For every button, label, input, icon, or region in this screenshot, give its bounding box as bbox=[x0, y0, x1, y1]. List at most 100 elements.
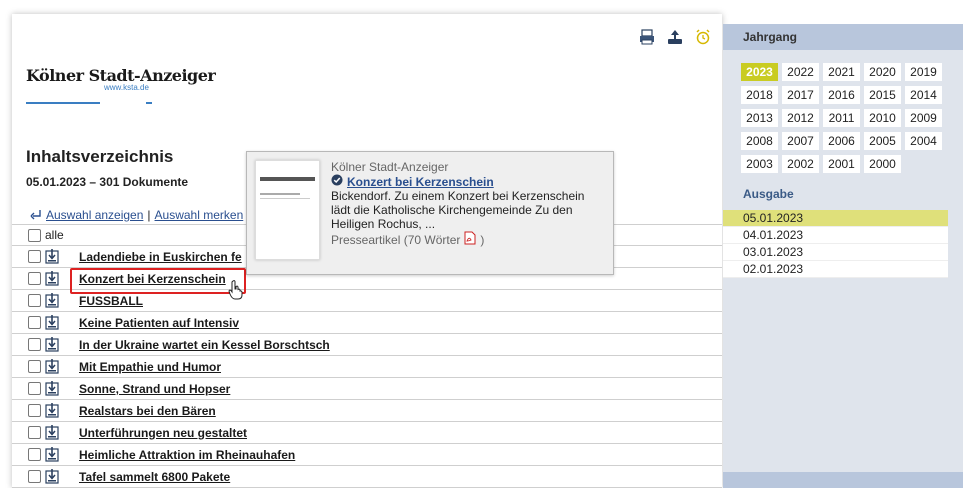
year-button[interactable]: 2001 bbox=[823, 155, 860, 173]
pdf-icon[interactable] bbox=[463, 231, 477, 248]
list-item: Tafel sammelt 6800 Pakete bbox=[12, 466, 722, 488]
item-checkbox[interactable] bbox=[28, 316, 41, 329]
checkmark-badge-icon bbox=[331, 174, 343, 189]
page-subtitle: 05.01.2023 – 301 Dokumente bbox=[26, 175, 189, 189]
article-link[interactable]: Mit Empathie und Humor bbox=[79, 360, 221, 374]
article-link[interactable]: Realstars bei den Bären bbox=[79, 404, 216, 418]
sidebar-footer-bar bbox=[723, 472, 963, 488]
thumbnail-headline bbox=[260, 193, 300, 195]
list-item: Unterführungen neu gestaltet bbox=[12, 422, 722, 444]
remember-selection-link[interactable]: Auswahl merken bbox=[155, 208, 244, 222]
item-checkbox[interactable] bbox=[28, 360, 41, 373]
download-icon[interactable] bbox=[44, 271, 60, 287]
download-icon[interactable] bbox=[44, 469, 60, 485]
year-button[interactable]: 2007 bbox=[782, 132, 819, 150]
thumbnail-masthead bbox=[260, 177, 315, 181]
year-button[interactable]: 2017 bbox=[782, 86, 819, 104]
select-all-label: alle bbox=[45, 228, 64, 242]
year-button[interactable]: 2015 bbox=[864, 86, 901, 104]
show-selection-link[interactable]: Auswahl anzeigen bbox=[46, 208, 143, 222]
issue-date-item[interactable]: 03.01.2023 bbox=[723, 244, 948, 261]
download-icon[interactable] bbox=[44, 293, 60, 309]
article-link[interactable]: FUSSBALL bbox=[79, 294, 143, 308]
toolbar bbox=[638, 28, 712, 46]
download-icon[interactable] bbox=[44, 315, 60, 331]
year-button[interactable]: 2016 bbox=[823, 86, 860, 104]
year-button[interactable]: 2000 bbox=[864, 155, 901, 173]
item-checkbox[interactable] bbox=[28, 470, 41, 483]
year-heading: Jahrgang bbox=[723, 24, 963, 50]
item-checkbox[interactable] bbox=[28, 250, 41, 263]
year-button[interactable]: 2020 bbox=[864, 63, 901, 81]
year-button[interactable]: 2014 bbox=[905, 86, 942, 104]
article-link[interactable]: Tafel sammelt 6800 Pakete bbox=[79, 470, 230, 484]
year-button[interactable]: 2002 bbox=[782, 155, 819, 173]
tooltip-meta: Presseartikel (70 Wörter ) bbox=[331, 231, 601, 248]
download-icon[interactable] bbox=[44, 381, 60, 397]
year-button[interactable]: 2004 bbox=[905, 132, 942, 150]
year-button[interactable]: 2022 bbox=[782, 63, 819, 81]
year-button[interactable]: 2019 bbox=[905, 63, 942, 81]
article-link[interactable]: Sonne, Strand und Hopser bbox=[79, 382, 230, 396]
download-icon[interactable] bbox=[44, 359, 60, 375]
selection-actions: Auswahl anzeigen | Auswahl merken bbox=[30, 208, 243, 222]
issue-date-item[interactable]: 02.01.2023 bbox=[723, 261, 948, 278]
issue-date-item[interactable]: 05.01.2023 bbox=[723, 210, 948, 227]
item-checkbox[interactable] bbox=[28, 404, 41, 417]
list-item: Keine Patienten auf Intensiv bbox=[12, 312, 722, 334]
year-button[interactable]: 2010 bbox=[864, 109, 901, 127]
article-link[interactable]: In der Ukraine wartet ein Kessel Borscht… bbox=[79, 338, 330, 352]
list-item: Heimliche Attraktion im Rheinauhafen bbox=[12, 444, 722, 466]
list-item: In der Ukraine wartet ein Kessel Borscht… bbox=[12, 334, 722, 356]
tooltip-meta-text: Presseartikel (70 Wörter bbox=[331, 232, 461, 247]
tooltip-title-row: Konzert bei Kerzenschein bbox=[331, 174, 601, 189]
article-link[interactable]: Ladendiebe in Euskirchen fe bbox=[79, 250, 242, 264]
year-button[interactable]: 2011 bbox=[823, 109, 860, 127]
year-button[interactable]: 2023 bbox=[741, 63, 778, 81]
article-link[interactable]: Unterführungen neu gestaltet bbox=[79, 426, 247, 440]
document-thumbnail bbox=[255, 160, 320, 260]
export-icon[interactable] bbox=[666, 28, 684, 46]
list-item: Sonne, Strand und Hopser bbox=[12, 378, 722, 400]
issue-date-list: 05.01.2023 04.01.2023 03.01.2023 02.01.2023 bbox=[723, 210, 963, 278]
issue-date-item[interactable]: 04.01.2023 bbox=[723, 227, 948, 244]
year-button[interactable]: 2021 bbox=[823, 63, 860, 81]
tooltip-meta-end: ) bbox=[480, 232, 485, 247]
tooltip-title-link[interactable]: Konzert bei Kerzenschein bbox=[347, 175, 494, 189]
download-icon[interactable] bbox=[44, 249, 60, 265]
item-checkbox[interactable] bbox=[28, 294, 41, 307]
sidebar: Jahrgang 2023 2022 2021 2020 2019 2018 2017 201… bbox=[723, 24, 963, 488]
year-button[interactable]: 2018 bbox=[741, 86, 778, 104]
item-checkbox[interactable] bbox=[28, 382, 41, 395]
select-all-checkbox[interactable] bbox=[28, 228, 41, 242]
download-icon[interactable] bbox=[44, 425, 60, 441]
actions-separator: | bbox=[147, 208, 151, 222]
item-checkbox[interactable] bbox=[28, 338, 41, 351]
print-icon[interactable] bbox=[638, 28, 656, 46]
logo-underline bbox=[26, 102, 100, 104]
article-link[interactable]: Keine Patienten auf Intensiv bbox=[79, 316, 239, 330]
year-button[interactable]: 2009 bbox=[905, 109, 942, 127]
download-icon[interactable] bbox=[44, 447, 60, 463]
item-checkbox[interactable] bbox=[28, 448, 41, 461]
page-title: Inhaltsverzeichnis bbox=[26, 147, 174, 166]
article-link[interactable]: Heimliche Attraktion im Rheinauhafen bbox=[79, 448, 295, 462]
year-button[interactable]: 2006 bbox=[823, 132, 860, 150]
year-button[interactable]: 2013 bbox=[741, 109, 778, 127]
year-button[interactable]: 2008 bbox=[741, 132, 778, 150]
alarm-clock-icon[interactable] bbox=[694, 28, 712, 46]
thumbnail-text bbox=[260, 198, 310, 199]
year-grid: 2023 2022 2021 2020 2019 2018 2017 2016 2015 2014… bbox=[723, 50, 943, 173]
year-button[interactable]: 2003 bbox=[741, 155, 778, 173]
logo-url: www.ksta.de bbox=[104, 83, 149, 92]
item-checkbox[interactable] bbox=[28, 272, 41, 285]
year-button[interactable]: 2012 bbox=[782, 109, 819, 127]
issue-heading: Ausgabe bbox=[743, 187, 794, 201]
download-icon[interactable] bbox=[44, 403, 60, 419]
download-icon[interactable] bbox=[44, 337, 60, 353]
year-button[interactable]: 2005 bbox=[864, 132, 901, 150]
tooltip-snippet: Bickendorf. Zu einem Konzert bei Kerzens… bbox=[331, 189, 585, 231]
item-checkbox[interactable] bbox=[28, 426, 41, 439]
document-preview-tooltip: Kölner Stadt-Anzeiger Konzert bei Kerzen… bbox=[246, 151, 614, 275]
list-item: Mit Empathie und Humor bbox=[12, 356, 722, 378]
